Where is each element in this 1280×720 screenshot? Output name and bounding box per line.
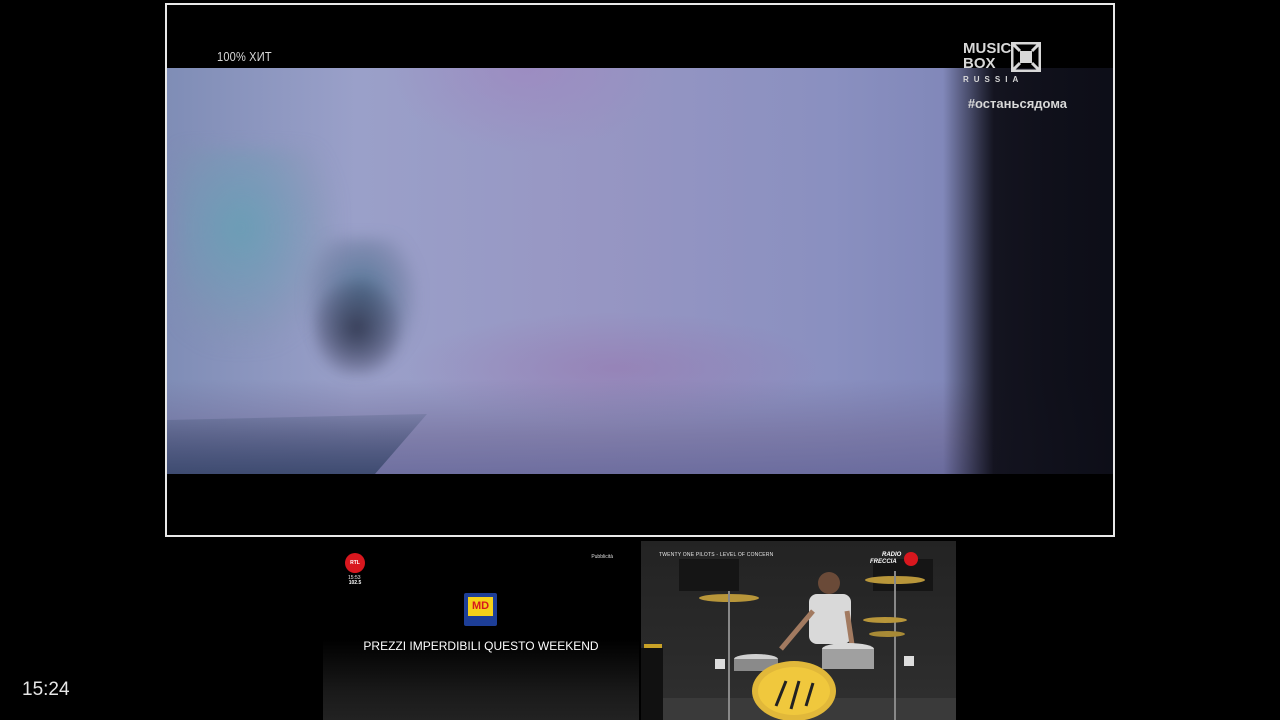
music-box-icon xyxy=(1011,42,1041,72)
clock: 15:24 xyxy=(22,679,70,700)
radio-freccia-video-tile[interactable]: TWENTY ONE PILOTS - LEVEL OF CONCERN RAD… xyxy=(641,541,956,720)
rtl-video-tile[interactable]: RTL 102.5 15:53 Pubblicità MD PREZZI IMP… xyxy=(323,541,639,720)
advert-label: Pubblicità xyxy=(591,554,613,560)
channel-overlay-label: 100% ХИТ xyxy=(217,49,272,64)
ad-caption: PREZZI IMPERDIBILI QUESTO WEEKEND xyxy=(363,639,599,653)
md-brand-logo: MD xyxy=(464,593,497,626)
channel-hashtag: #останьсядома xyxy=(967,96,1067,111)
music-box-russia-logo: MUSIC BOX RUSSIA xyxy=(963,41,1053,87)
main-video-frame xyxy=(167,68,1113,474)
multiview-screen: 100% ХИТ MUSIC BOX RUSSIA #останьсядома … xyxy=(0,0,1280,720)
rtl-logo: RTL 102.5 xyxy=(345,553,365,586)
drummer-scene xyxy=(699,571,925,720)
main-video-tile[interactable]: 100% ХИТ MUSIC BOX RUSSIA #останьсядома xyxy=(165,3,1115,537)
rtl-time: 15:53 xyxy=(348,575,361,581)
